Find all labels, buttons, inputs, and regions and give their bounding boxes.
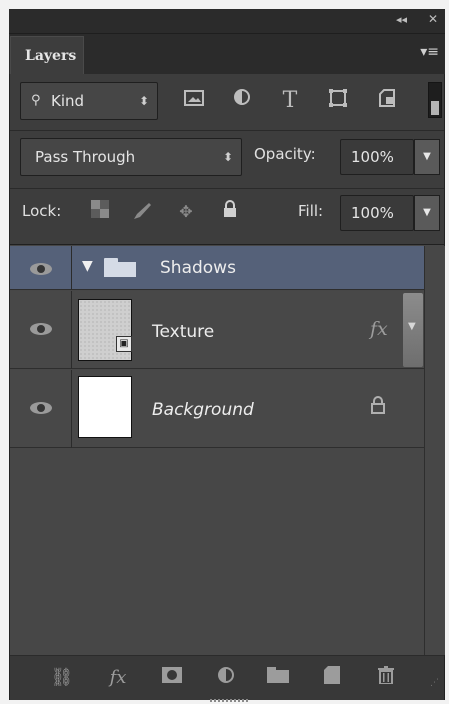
lock-all-icon[interactable] (218, 200, 242, 224)
fill-field[interactable]: 100% (340, 195, 414, 231)
bottom-resize-handle[interactable] (210, 699, 250, 702)
fill-label: Fill: (298, 202, 324, 220)
layer-name: Background (152, 400, 254, 420)
resize-grip-icon[interactable]: ⋰ (430, 678, 439, 688)
panel-menu-icon[interactable]: ▾≡ (420, 44, 439, 60)
eye-icon[interactable] (30, 402, 52, 414)
visibility-column (10, 291, 72, 369)
eye-icon[interactable] (30, 323, 52, 335)
chevron-updown-icon: ⬍ (222, 150, 233, 164)
opacity-label: Opacity: (254, 145, 316, 163)
delete-layer-icon[interactable] (372, 666, 400, 690)
add-mask-icon[interactable] (158, 666, 186, 690)
image-filter-icon[interactable] (182, 88, 206, 114)
new-layer-icon[interactable] (318, 666, 346, 690)
blend-mode-value: Pass Through (35, 148, 136, 166)
new-group-icon[interactable] (264, 666, 292, 690)
chevron-updown-icon: ⬍ (138, 94, 149, 108)
filter-kind-label: Kind (51, 92, 85, 110)
opacity-field[interactable]: 100% (340, 139, 414, 175)
fill-dropdown-button[interactable]: ▼ (414, 195, 440, 231)
divider (10, 130, 444, 131)
lock-position-icon[interactable]: ✥ (174, 200, 198, 224)
fx-icon[interactable]: fx (370, 318, 388, 340)
effects-expand-toggle[interactable]: ▼ (403, 293, 423, 367)
lock-icon (370, 396, 386, 419)
shape-filter-icon[interactable] (326, 88, 350, 114)
adjustment-filter-icon[interactable] (230, 88, 254, 114)
panel-title-bar (9, 9, 445, 34)
type-filter-icon[interactable]: T (278, 88, 302, 114)
visibility-column (10, 246, 72, 290)
divider (10, 188, 444, 189)
layer-name: Texture (152, 322, 215, 342)
link-layers-icon[interactable]: ⛓ (48, 666, 76, 690)
search-icon: ⚲ (31, 93, 41, 108)
filter-kind-select[interactable]: ⚲ Kind ⬍ (20, 82, 158, 120)
lock-transparent-pixels-icon[interactable] (88, 200, 112, 224)
layer-thumbnail (78, 376, 132, 438)
collapse-icon[interactable]: ◂◂ (396, 13, 407, 26)
folder-icon (104, 258, 136, 278)
layer-style-icon[interactable]: fx (104, 666, 132, 690)
layer-row-texture[interactable] (10, 291, 424, 369)
disclosure-triangle-icon[interactable]: ▼ (82, 258, 93, 274)
layer-list-scrollbar[interactable] (424, 246, 445, 655)
smart-object-filter-icon[interactable] (376, 88, 400, 114)
lock-image-pixels-icon[interactable] (130, 200, 154, 224)
lock-label: Lock: (22, 202, 62, 220)
blend-mode-select[interactable]: Pass Through ⬍ (20, 138, 242, 176)
opacity-dropdown-button[interactable]: ▼ (414, 139, 440, 175)
tab-layers[interactable]: Layers (10, 36, 84, 74)
visibility-column (10, 370, 72, 448)
adjustment-layer-icon[interactable] (212, 666, 240, 690)
layer-name: Shadows (160, 258, 236, 278)
smart-object-badge-icon: ▣ (116, 336, 132, 352)
filter-toggle-switch[interactable] (428, 82, 442, 118)
close-icon[interactable]: ✕ (428, 12, 438, 26)
eye-icon[interactable] (30, 263, 52, 275)
